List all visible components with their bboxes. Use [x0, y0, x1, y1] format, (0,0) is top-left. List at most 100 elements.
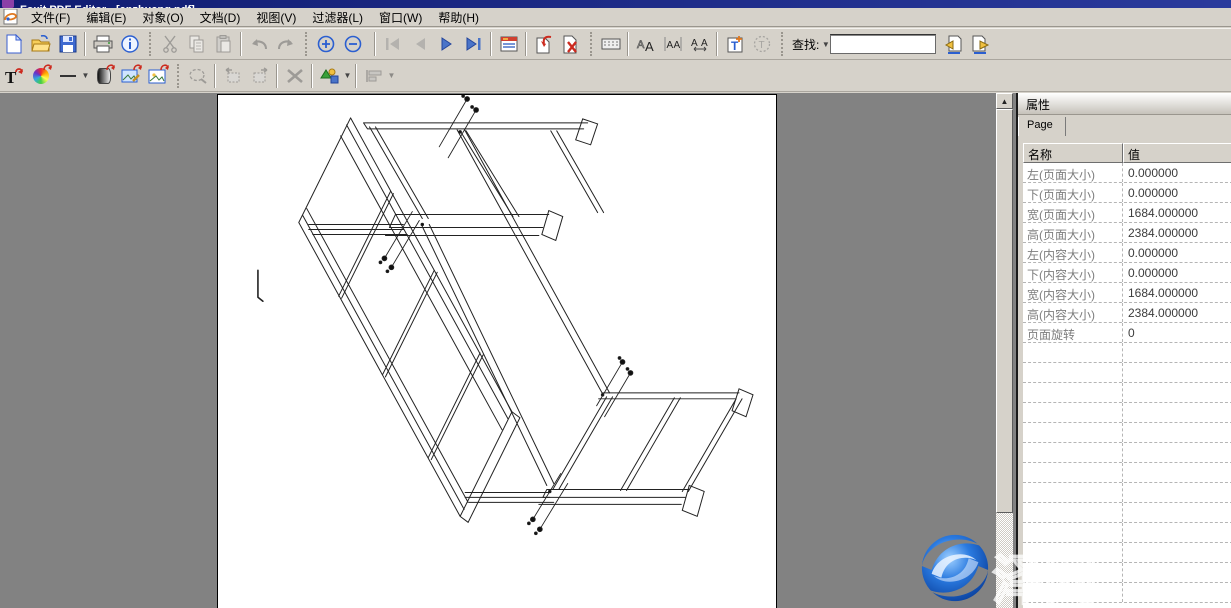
menu-window[interactable]: 窗口(W) — [371, 8, 430, 27]
word-spacing-icon: A A — [690, 36, 710, 52]
open-folder-icon — [31, 35, 51, 53]
find-next-button[interactable] — [967, 31, 994, 57]
rotate-left-icon — [223, 67, 243, 85]
property-value[interactable]: 0.000000 — [1123, 183, 1231, 202]
page-layout-button[interactable] — [495, 31, 522, 57]
property-value[interactable]: 0.000000 — [1123, 263, 1231, 282]
word-spacing-button[interactable]: A A — [686, 31, 713, 57]
insert-page-button[interactable] — [530, 31, 557, 57]
empty-row — [1023, 423, 1231, 443]
last-page-button[interactable] — [460, 31, 487, 57]
property-value[interactable]: 2384.000000 — [1123, 223, 1231, 242]
menu-help[interactable]: 帮助(H) — [430, 8, 487, 27]
free-select-button[interactable] — [184, 63, 211, 89]
cut-scissors-icon — [162, 35, 178, 53]
property-row[interactable]: 宽(页面大小) 1684.000000 — [1023, 203, 1231, 223]
edit-text-object-button[interactable]: T — [0, 63, 27, 89]
open-button[interactable] — [27, 31, 54, 57]
virtual-keyboard-button[interactable] — [597, 31, 624, 57]
property-row[interactable]: 下(内容大小) 0.000000 — [1023, 263, 1231, 283]
toolbar-grip — [177, 64, 180, 88]
find-history-dropdown[interactable]: ▼ — [821, 40, 830, 49]
font-outline-fill-icon: A A — [636, 36, 656, 52]
font-replace-button[interactable]: A A — [632, 31, 659, 57]
property-value[interactable]: 0.000000 — [1123, 243, 1231, 262]
edit-color-button[interactable] — [27, 63, 54, 89]
find-input[interactable] — [830, 34, 936, 54]
scrollbar-track[interactable] — [996, 513, 1013, 608]
text-mode-button[interactable]: T — [748, 31, 775, 57]
property-value[interactable]: 0.000000 — [1123, 163, 1231, 182]
redo-button[interactable] — [272, 31, 299, 57]
property-row[interactable]: 下(页面大小) 0.000000 — [1023, 183, 1231, 203]
rotate-right-button[interactable] — [246, 63, 273, 89]
empty-row — [1023, 563, 1231, 583]
line-style-button[interactable] — [54, 63, 81, 89]
align-objects-button[interactable] — [360, 63, 387, 89]
property-value[interactable]: 1684.000000 — [1123, 203, 1231, 222]
scrollbar-thumb[interactable] — [996, 109, 1013, 513]
properties-panel-title: 属性 — [1018, 93, 1231, 115]
red-curve-arrow-icon — [160, 62, 171, 72]
next-page-button[interactable] — [433, 31, 460, 57]
shapes-dropdown[interactable]: ▼ — [343, 71, 352, 80]
paste-button[interactable] — [210, 31, 237, 57]
undo-button[interactable] — [245, 31, 272, 57]
property-row[interactable]: 宽(内容大小) 1684.000000 — [1023, 283, 1231, 303]
property-row[interactable]: 左(内容大小) 0.000000 — [1023, 243, 1231, 263]
property-row[interactable]: 高(页面大小) 2384.000000 — [1023, 223, 1231, 243]
text-object-icon: T — [3, 66, 25, 86]
save-button[interactable] — [54, 31, 81, 57]
menu-object[interactable]: 对象(O) — [134, 8, 191, 27]
toolbar-grip — [305, 32, 308, 56]
align-dropdown[interactable]: ▼ — [387, 71, 396, 80]
cut-button[interactable] — [156, 31, 183, 57]
zoom-in-button[interactable] — [312, 31, 339, 57]
properties-panel: 属性 Page 名称 值 左(页面大小) 0.000000 下(页面大小) 0.… — [1016, 93, 1231, 608]
insert-shape-button[interactable] — [316, 63, 343, 89]
rotate-left-button[interactable] — [219, 63, 246, 89]
char-spacing-button[interactable]: A A — [659, 31, 686, 57]
previous-page-button[interactable] — [406, 31, 433, 57]
document-workspace[interactable]: ▲ 属性 Page 名称 值 左(页面大小) 0.000000 下(页面大小) … — [0, 93, 1231, 608]
scroll-up-button[interactable]: ▲ — [996, 93, 1013, 109]
property-value[interactable]: 2384.000000 — [1123, 303, 1231, 322]
find-next-icon — [971, 35, 990, 54]
menu-file[interactable]: 文件(F) — [23, 8, 78, 27]
vertical-scrollbar[interactable]: ▲ — [996, 93, 1013, 608]
menu-document[interactable]: 文档(D) — [192, 8, 249, 27]
line-style-dropdown[interactable]: ▼ — [81, 71, 90, 80]
column-header-value: 值 — [1123, 143, 1231, 163]
copy-button[interactable] — [183, 31, 210, 57]
edit-image-button[interactable] — [117, 63, 144, 89]
property-row[interactable]: 页面旋转 0 — [1023, 323, 1231, 343]
new-document-button[interactable] — [0, 31, 27, 57]
tab-page[interactable]: Page — [1018, 117, 1066, 136]
property-value[interactable]: 1684.000000 — [1123, 283, 1231, 302]
first-page-button[interactable] — [379, 31, 406, 57]
toolbar-separator — [311, 64, 313, 88]
add-text-button[interactable]: T — [721, 31, 748, 57]
menu-edit[interactable]: 编辑(E) — [78, 8, 134, 27]
menu-view[interactable]: 视图(V) — [248, 8, 304, 27]
print-button[interactable] — [89, 31, 116, 57]
document-info-button[interactable] — [116, 31, 143, 57]
insert-image-button[interactable] — [144, 63, 171, 89]
svg-text:T: T — [5, 68, 17, 86]
add-text-icon: T — [726, 35, 744, 53]
toolbar-separator — [240, 32, 242, 56]
edit-shading-button[interactable] — [90, 63, 117, 89]
delete-page-button[interactable] — [557, 31, 584, 57]
menu-filter[interactable]: 过滤器(L) — [304, 8, 371, 27]
property-name: 高(内容大小) — [1023, 303, 1123, 322]
zoom-out-button[interactable] — [339, 31, 366, 57]
property-row[interactable]: 高(内容大小) 2384.000000 — [1023, 303, 1231, 323]
lasso-icon — [188, 67, 208, 85]
property-value[interactable]: 0 — [1123, 323, 1231, 342]
delete-object-button[interactable] — [281, 63, 308, 89]
main-toolbar: A A A A A A T T 查找: ▼ — [0, 28, 1231, 60]
info-icon — [121, 35, 139, 53]
property-row[interactable]: 左(页面大小) 0.000000 — [1023, 163, 1231, 183]
pdf-page[interactable] — [217, 94, 777, 608]
find-previous-button[interactable] — [940, 31, 967, 57]
